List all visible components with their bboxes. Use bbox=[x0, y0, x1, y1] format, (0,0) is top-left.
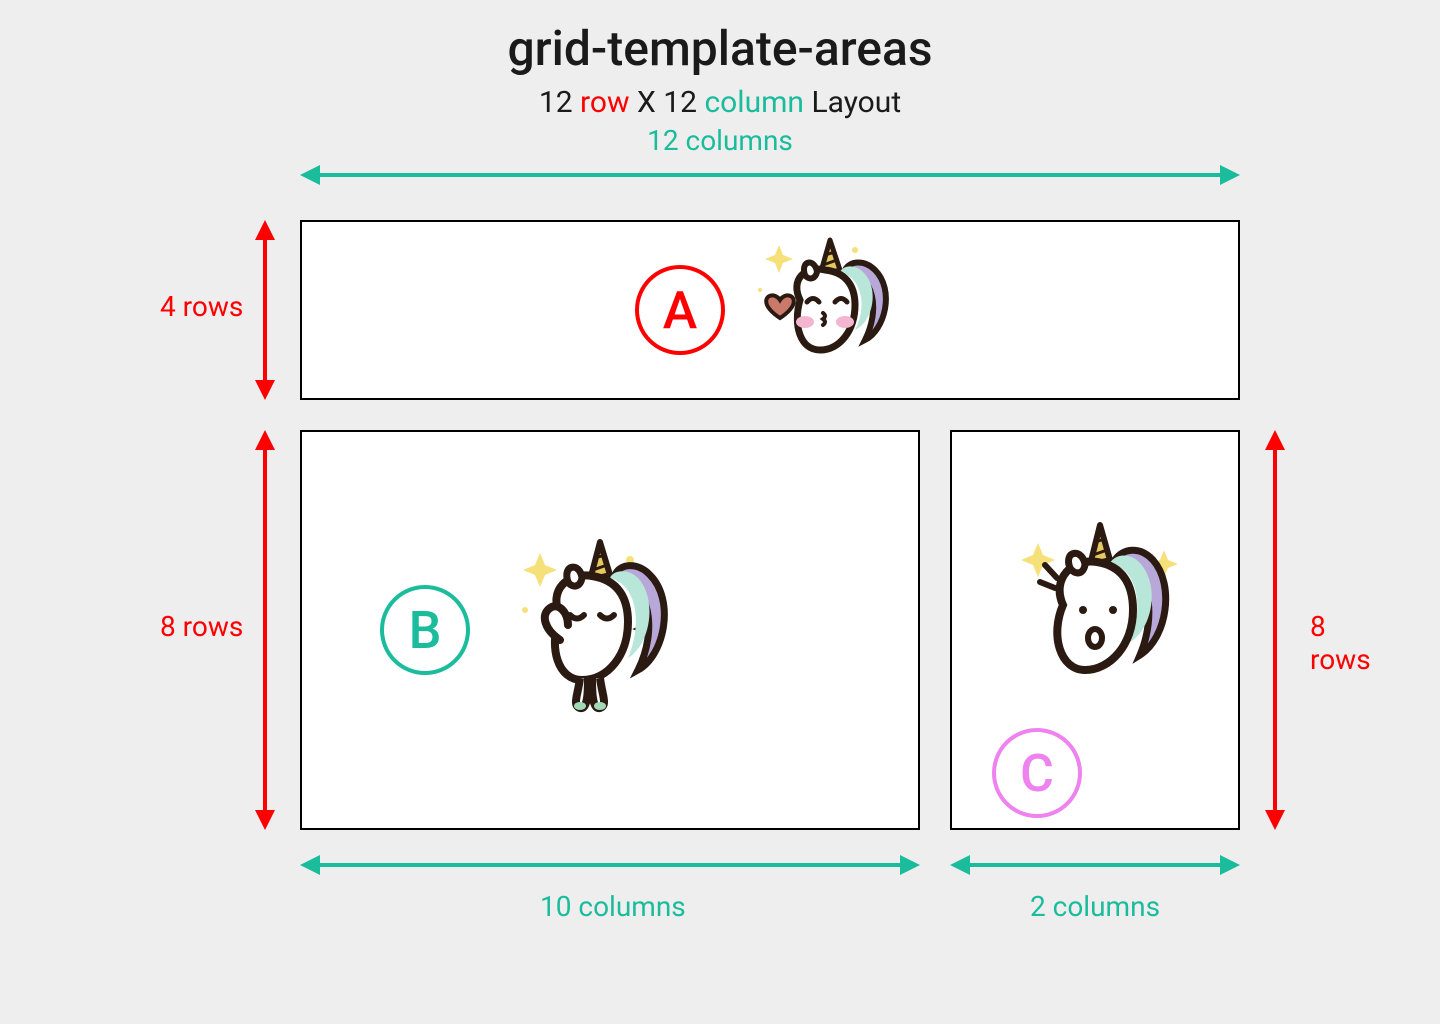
unicorn-pose-icon bbox=[490, 530, 690, 730]
area-c-cols-label: 2 columns bbox=[1030, 890, 1160, 923]
area-c-badge: C bbox=[992, 728, 1082, 818]
arrow-top-icon bbox=[300, 160, 1240, 210]
unicorn-kiss-icon bbox=[745, 230, 905, 390]
grid-area-b: B bbox=[300, 430, 920, 830]
area-c-rows-label: 8 rows bbox=[1310, 610, 1371, 676]
grid-template-areas-diagram: grid-template-areas 12 row X 12 column L… bbox=[70, 20, 1370, 1000]
grid-area-c: C bbox=[950, 430, 1240, 830]
arrow-bottom-b-icon bbox=[300, 850, 920, 890]
area-b-cols-label: 10 columns bbox=[540, 890, 686, 923]
page-subtitle: 12 row X 12 column Layout bbox=[70, 85, 1370, 120]
arrow-bottom-c-icon bbox=[950, 850, 1240, 890]
area-a-rows-label: 4 rows bbox=[160, 290, 243, 323]
top-columns-label: 12 columns bbox=[647, 124, 793, 157]
area-a-badge: A bbox=[635, 265, 725, 355]
arrow-right-c-icon bbox=[1260, 430, 1300, 830]
grid-area-a: A bbox=[300, 220, 1240, 400]
area-b-badge: B bbox=[380, 585, 470, 675]
arrow-left-a-icon bbox=[250, 220, 290, 400]
page-title: grid-template-areas bbox=[70, 20, 1370, 77]
unicorn-surprised-icon bbox=[995, 510, 1195, 710]
arrow-left-b-icon bbox=[250, 430, 290, 830]
area-b-rows-label: 8 rows bbox=[160, 610, 243, 643]
